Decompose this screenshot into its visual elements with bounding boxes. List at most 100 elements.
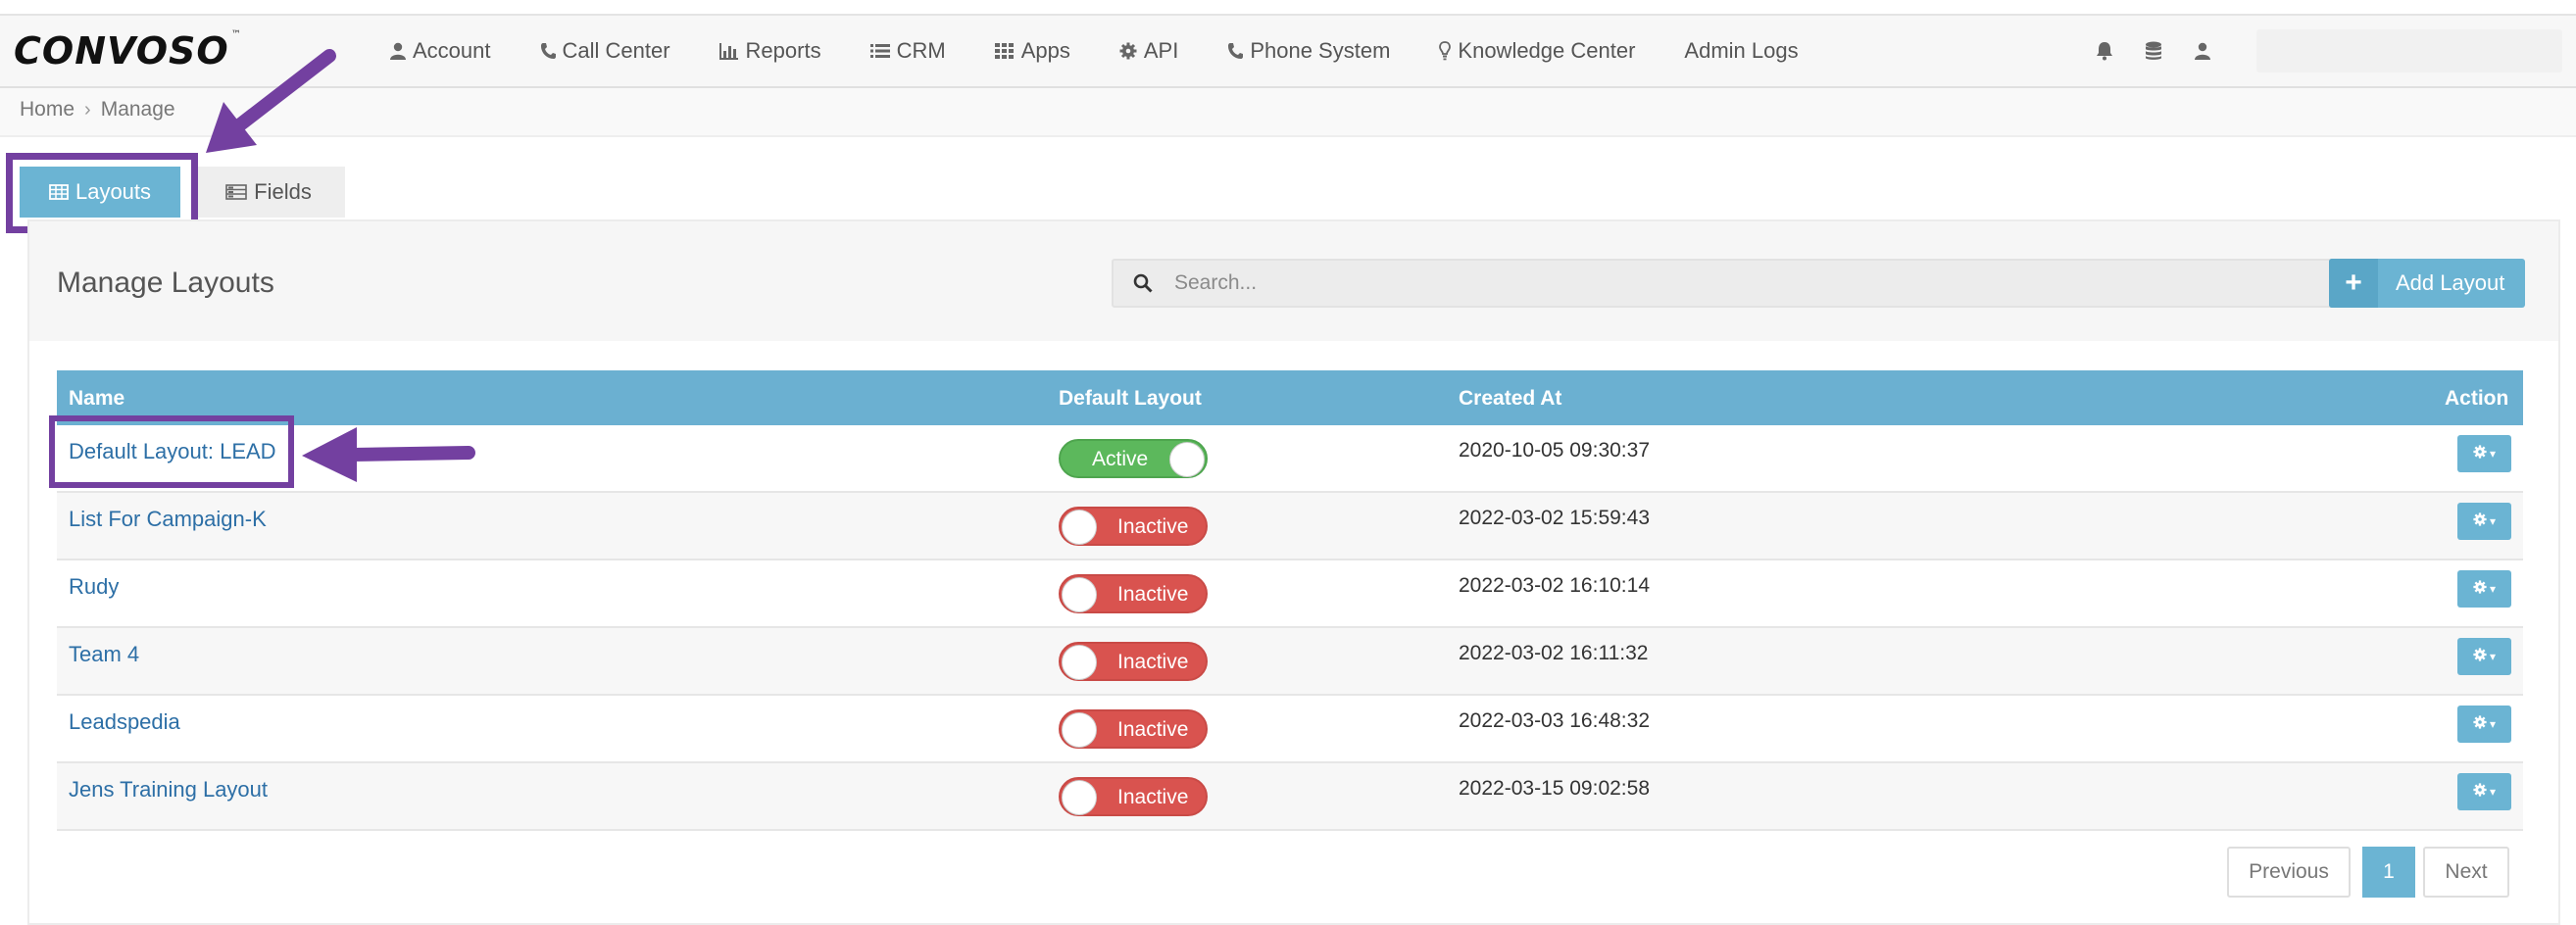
add-layout-label: Add Layout [2396,270,2505,295]
toggle-knob [1062,780,1097,815]
page-1-button[interactable]: 1 [2362,847,2415,898]
nav-item-reports[interactable]: Reports [718,38,821,64]
breadcrumb-separator: › [84,98,91,121]
nav-item-label: Reports [745,38,821,63]
search-box [1112,259,2341,308]
table-row: Leadspedia Inactive 2022-03-03 16:48:32 … [57,696,2523,763]
created-at: 2020-10-05 09:30:37 [1459,439,1650,462]
caret-down-icon: ▾ [2489,447,2497,461]
fields-icon [225,184,247,200]
caret-down-icon: ▾ [2489,582,2497,596]
next-page-button[interactable]: Next [2423,847,2509,898]
table-row: Default Layout: LEAD Active 2020-10-05 0… [57,425,2523,493]
brand-name: CONVOSO [14,29,229,73]
layout-name-link[interactable]: Rudy [69,574,119,600]
toggle-label: Inactive [1117,786,1189,808]
list-icon [869,43,890,59]
user-icon [390,42,406,60]
nav-item-admin-logs[interactable]: Admin Logs [1684,38,1798,64]
caret-down-icon: ▾ [2489,717,2497,731]
user-menu-box[interactable] [2256,29,2562,73]
gear-icon [2473,444,2487,463]
caret-down-icon: ▾ [2489,785,2497,799]
main-nav: Account Call Center Reports CRM Apps API… [390,16,1848,86]
bell-icon[interactable] [2080,41,2129,61]
default-layout-toggle[interactable]: Inactive [1059,709,1208,749]
default-layout-toggle[interactable]: Inactive [1059,777,1208,816]
nav-item-phone-system[interactable]: Phone System [1227,38,1390,64]
tab-fields[interactable]: Fields [192,167,345,218]
pagination: Previous 1 Next [2227,847,2509,900]
nav-item-apps[interactable]: Apps [994,38,1070,64]
search-input[interactable] [1172,270,2304,296]
breadcrumb: Home › Manage [20,98,175,122]
action-menu-button[interactable]: ▾ [2457,570,2511,608]
created-at: 2022-03-02 16:11:32 [1459,642,1649,664]
brand-logo[interactable]: CONVOSO ™ [14,29,242,73]
user-icon[interactable] [2178,42,2227,60]
toggle-knob [1062,510,1097,545]
default-layout-toggle[interactable]: Active [1059,439,1208,478]
layout-name-link[interactable]: List For Campaign-K [69,507,267,532]
top-navbar: CONVOSO ™ Account Call Center Reports CRM [0,16,2576,88]
caret-down-icon: ▾ [2489,514,2497,528]
toggle-label: Inactive [1117,651,1189,673]
column-header-name[interactable]: Name [69,387,124,411]
gear-icon [2473,579,2487,599]
action-menu-button[interactable]: ▾ [2457,435,2511,472]
action-menu-button[interactable]: ▾ [2457,503,2511,540]
toggle-label: Inactive [1117,583,1189,606]
toggle-knob [1169,442,1205,477]
tab-label: Fields [254,179,312,204]
previous-page-button[interactable]: Previous [2227,847,2351,898]
nav-item-crm[interactable]: CRM [869,38,946,64]
nav-item-label: Phone System [1250,38,1391,63]
layouts-table: Name Default Layout Created At Action De… [57,370,2523,831]
database-icon[interactable] [2129,41,2178,61]
nav-item-api[interactable]: API [1119,38,1178,64]
action-menu-button[interactable]: ▾ [2457,773,2511,810]
nav-item-label: CRM [896,38,946,63]
default-layout-toggle[interactable]: Inactive [1059,642,1208,681]
gear-icon [2473,782,2487,802]
search-icon [1114,273,1172,293]
column-header-default-layout[interactable]: Default Layout [1059,387,1202,411]
created-at: 2022-03-02 16:10:14 [1459,574,1650,597]
layout-name-link[interactable]: Jens Training Layout [69,777,268,803]
phone-icon [1227,42,1244,60]
action-menu-button[interactable]: ▾ [2457,638,2511,675]
column-header-created-at[interactable]: Created At [1459,387,1561,411]
column-header-action: Action [2445,387,2509,410]
table-row: Rudy Inactive 2022-03-02 16:10:14 ▾ [57,560,2523,628]
panel-title: Manage Layouts [57,267,274,299]
nav-item-call-center[interactable]: Call Center [540,38,670,64]
default-layout-toggle[interactable]: Inactive [1059,574,1208,613]
default-layout-toggle[interactable]: Inactive [1059,507,1208,546]
panel-header: Manage Layouts + Add Layout [29,221,2558,341]
layout-name-link[interactable]: Leadspedia [69,709,180,735]
gear-icon [1119,42,1137,60]
nav-item-label: Call Center [562,38,670,63]
action-menu-button[interactable]: ▾ [2457,706,2511,743]
add-layout-button[interactable]: + Add Layout [2329,259,2525,308]
toggle-label: Inactive [1117,515,1189,538]
table-row: Team 4 Inactive 2022-03-02 16:11:32 ▾ [57,628,2523,696]
layout-name-link[interactable]: Team 4 [69,642,139,667]
top-rule [0,0,2576,16]
created-at: 2022-03-02 15:59:43 [1459,507,1650,529]
created-at: 2022-03-03 16:48:32 [1459,709,1650,732]
breadcrumb-home[interactable]: Home [20,98,74,122]
bar-chart-icon [718,42,739,60]
table-header: Name Default Layout Created At Action [57,370,2523,425]
toggle-knob [1062,712,1097,748]
nav-item-label: Account [413,38,491,63]
nav-item-label: Knowledge Center [1458,38,1636,63]
nav-item-knowledge-center[interactable]: Knowledge Center [1439,38,1635,64]
table-row: Jens Training Layout Inactive 2022-03-15… [57,763,2523,831]
table-row: List For Campaign-K Inactive 2022-03-02 … [57,493,2523,560]
nav-item-account[interactable]: Account [390,38,491,64]
layout-name-link[interactable]: Default Layout: LEAD [69,439,276,464]
phone-icon [540,42,556,60]
plus-icon: + [2329,259,2378,308]
toggle-knob [1062,645,1097,680]
